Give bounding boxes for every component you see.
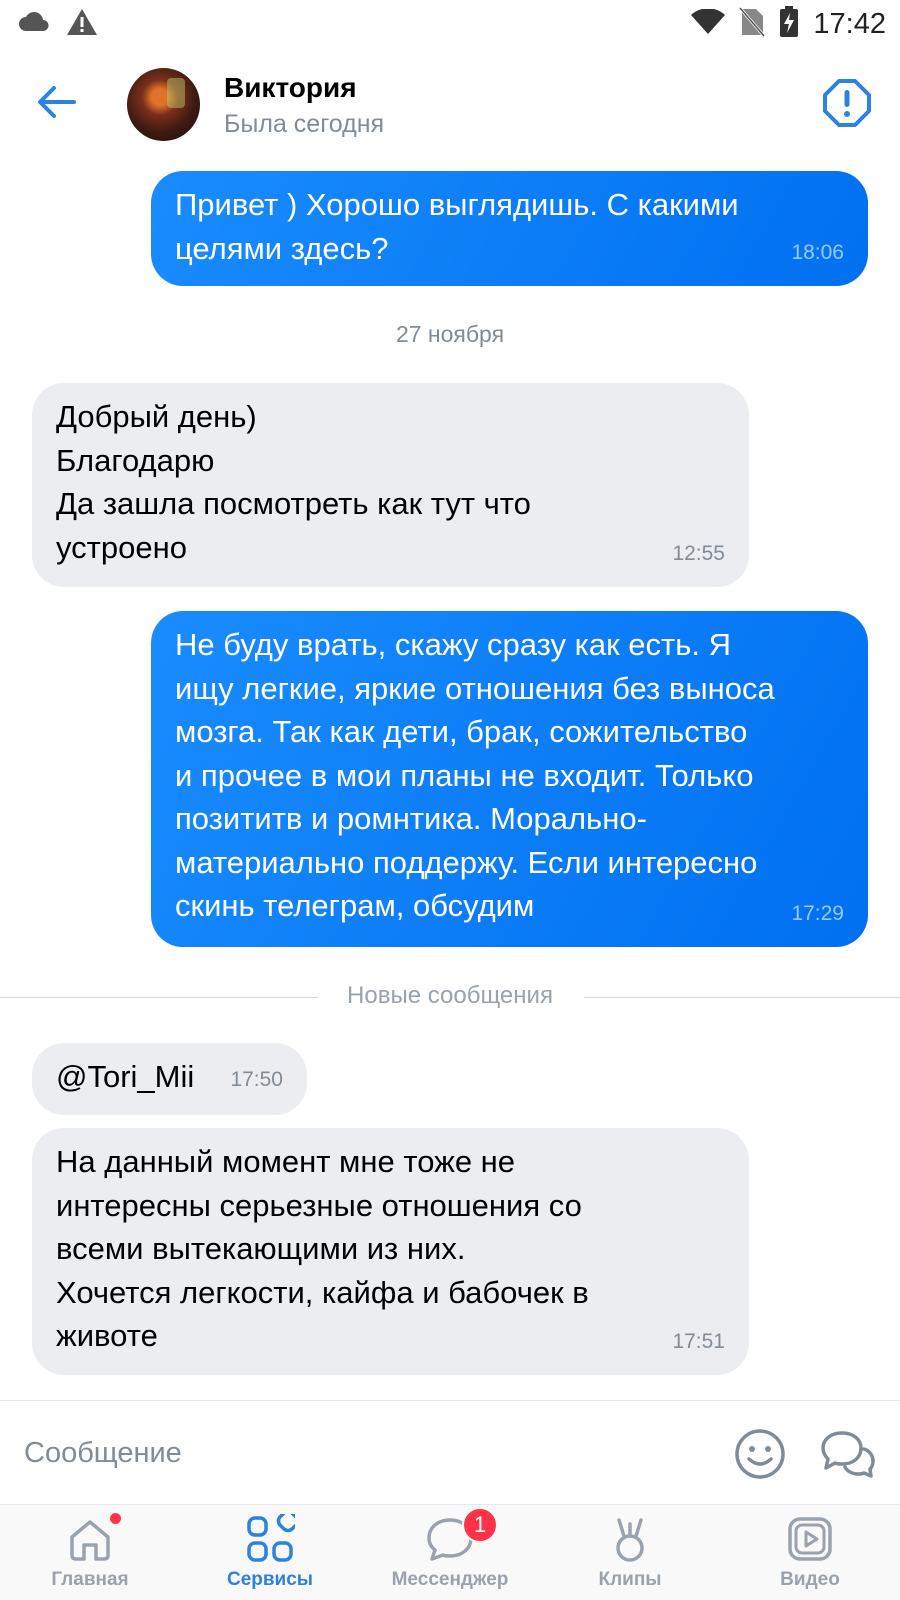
alert-octagon-icon: [823, 79, 871, 127]
services-icon: [247, 1514, 295, 1562]
message-time: 17:50: [230, 1067, 283, 1091]
report-button[interactable]: [820, 76, 874, 130]
tab-label: Мессенджер: [391, 1569, 509, 1590]
tab-services[interactable]: Сервисы: [180, 1505, 360, 1600]
tab-label: Клипы: [598, 1569, 662, 1590]
tab-video[interactable]: Видео: [720, 1505, 900, 1600]
tab-label: Видео: [780, 1569, 840, 1590]
message-incoming[interactable]: Добрый день) Благодарю Да зашла посмотре…: [32, 383, 749, 587]
cloud-icon: [18, 11, 50, 38]
video-icon: [788, 1517, 832, 1561]
warning-icon: [66, 8, 98, 41]
no-sim-icon: [739, 7, 766, 42]
battery-charging-icon: [779, 6, 799, 43]
date-separator: 27 ноября: [395, 321, 505, 347]
message-outgoing[interactable]: Привет ) Хорошо выглядишь. С какими целя…: [151, 171, 868, 286]
message-time: 17:29: [791, 901, 844, 925]
message-composer: [0, 1400, 900, 1504]
bottom-tab-bar: Главная Сервисы 1 Мессенджер Клипы Видео: [0, 1504, 900, 1600]
clips-icon: [616, 1518, 644, 1562]
tab-clips[interactable]: Клипы: [540, 1505, 720, 1600]
message-text: Привет ) Хорошо выглядишь. С какими целя…: [175, 187, 739, 266]
message-text: Добрый день) Благодарю Да зашла посмотре…: [56, 399, 531, 565]
contact-name[interactable]: Виктория: [224, 72, 357, 104]
tab-home[interactable]: Главная: [0, 1505, 180, 1600]
back-button[interactable]: [32, 78, 80, 126]
chat-bubbles-icon: [821, 1431, 875, 1478]
message-incoming[interactable]: @Tori_Mii 17:50: [32, 1043, 307, 1115]
new-messages-separator: Новые сообщения: [0, 978, 900, 1018]
wifi-icon: [691, 8, 726, 40]
message-time: 17:51: [672, 1329, 725, 1353]
tab-label: Сервисы: [226, 1569, 314, 1590]
message-text: Не буду врать, скажу сразу как есть. Я и…: [175, 627, 775, 923]
message-input[interactable]: [24, 1431, 684, 1475]
tab-label: Главная: [51, 1569, 129, 1590]
status-bar: 17:42: [0, 0, 900, 50]
status-time: 17:42: [813, 8, 886, 40]
unread-badge: 1: [462, 1507, 498, 1543]
message-outgoing[interactable]: Не буду врать, скажу сразу как есть. Я и…: [151, 611, 868, 947]
message-time: 12:55: [672, 541, 725, 565]
message-incoming[interactable]: На данный момент мне тоже не интересны с…: [32, 1128, 749, 1375]
avatar[interactable]: [127, 68, 200, 141]
chat-bubbles-button[interactable]: [820, 1427, 876, 1481]
new-messages-label: Новые сообщения: [347, 982, 553, 1009]
notification-dot: [110, 1513, 121, 1524]
message-text: На данный момент мне тоже не интересны с…: [56, 1144, 589, 1353]
arrow-left-icon: [38, 86, 76, 118]
message-time: 18:06: [791, 240, 844, 264]
home-icon: [70, 1520, 110, 1561]
smile-icon: [735, 1429, 785, 1479]
contact-status: Была сегодня: [224, 110, 385, 138]
chat-header: Виктория Была сегодня: [0, 50, 900, 160]
tab-messenger[interactable]: 1 Мессенджер: [360, 1505, 540, 1600]
emoji-button[interactable]: [733, 1427, 787, 1481]
